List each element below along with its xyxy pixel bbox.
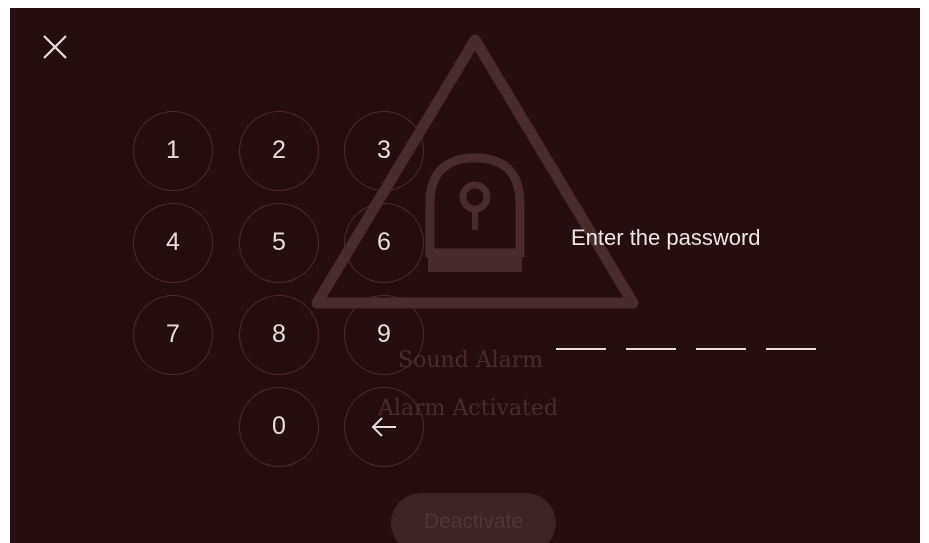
password-prompt: Enter the password <box>571 225 761 250</box>
key-4[interactable]: 4 <box>133 203 213 283</box>
password-dialog: Sound Alarm Alarm Activated Deactivate 1… <box>10 8 920 543</box>
key-7[interactable]: 7 <box>133 295 213 375</box>
backspace-button[interactable] <box>344 387 424 467</box>
arrow-left-icon <box>371 417 396 438</box>
password-slot <box>556 348 606 350</box>
close-button[interactable] <box>38 30 72 64</box>
key-6[interactable]: 6 <box>344 203 424 283</box>
deactivate-button: Deactivate <box>391 493 556 543</box>
key-8[interactable]: 8 <box>239 295 319 375</box>
key-9[interactable]: 9 <box>344 295 424 375</box>
alarm-warning-icon <box>311 34 639 309</box>
key-1[interactable]: 1 <box>133 111 213 191</box>
key-5[interactable]: 5 <box>239 203 319 283</box>
password-slot <box>626 348 676 350</box>
key-2[interactable]: 2 <box>239 111 319 191</box>
password-slot <box>696 348 746 350</box>
password-slot <box>766 348 816 350</box>
key-0[interactable]: 0 <box>239 387 319 467</box>
close-icon <box>43 35 67 59</box>
key-3[interactable]: 3 <box>344 111 424 191</box>
